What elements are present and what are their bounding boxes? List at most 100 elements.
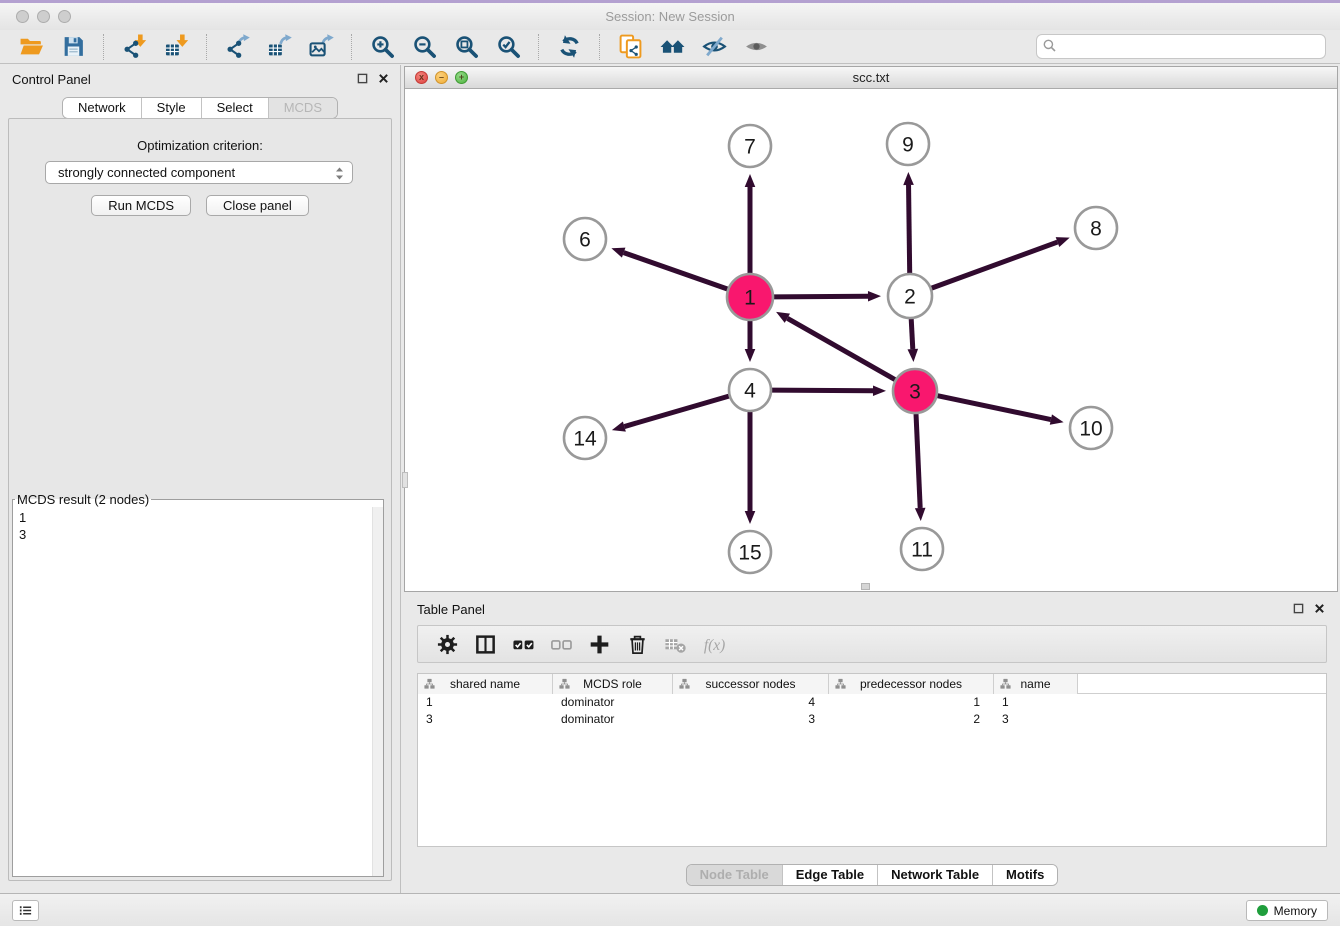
float-table-panel-icon[interactable] xyxy=(1292,602,1305,615)
export-table-icon[interactable] xyxy=(265,33,293,61)
table-row[interactable]: 1dominator411 xyxy=(418,694,1326,711)
graph-edge-arrow-4-3 xyxy=(873,385,886,396)
network-canvas[interactable]: 7 9 6 8 1 2 4 3 14 10 15 11 xyxy=(405,89,1337,591)
table-cell[interactable]: 3 xyxy=(994,711,1078,728)
zoom-fit-icon[interactable] xyxy=(452,33,480,61)
tab-network-table[interactable]: Network Table xyxy=(877,865,992,885)
graph-edge-1-2[interactable] xyxy=(774,296,868,297)
import-network-icon[interactable] xyxy=(120,33,148,61)
tab-select[interactable]: Select xyxy=(201,98,268,118)
table-cell[interactable]: 3 xyxy=(673,711,829,728)
column-header-MCDS-role[interactable]: MCDS role xyxy=(553,674,673,694)
deselect-all-icon[interactable] xyxy=(548,631,574,657)
graph-node-9[interactable]: 9 xyxy=(887,123,929,165)
close-panel-icon[interactable] xyxy=(377,72,390,85)
table-cell[interactable]: dominator xyxy=(553,694,673,711)
graph-node-11[interactable]: 11 xyxy=(901,528,943,570)
svg-text:6: 6 xyxy=(579,228,591,251)
search-box xyxy=(1036,34,1326,59)
graph-edge-3-10[interactable] xyxy=(938,396,1051,420)
table-cell[interactable]: 1 xyxy=(418,694,553,711)
table-row[interactable]: 3dominator323 xyxy=(418,711,1326,728)
table-cell[interactable]: dominator xyxy=(553,711,673,728)
graph-edge-1-6[interactable] xyxy=(624,253,728,289)
home-icon[interactable] xyxy=(658,33,686,61)
graph-edge-arrow-3-10 xyxy=(1050,414,1064,424)
zoom-in-icon[interactable] xyxy=(368,33,396,61)
table-cell[interactable]: 2 xyxy=(829,711,994,728)
show-panel-button[interactable] xyxy=(12,900,39,921)
table-cell[interactable]: 4 xyxy=(673,694,829,711)
graph-edge-4-14[interactable] xyxy=(624,396,729,426)
mcds-result-list[interactable]: 13 xyxy=(13,507,383,545)
search-input[interactable] xyxy=(1036,34,1326,59)
column-header-predecessor-nodes[interactable]: predecessor nodes xyxy=(829,674,994,694)
toolbar-separator xyxy=(206,34,207,60)
close-panel-button[interactable]: Close panel xyxy=(206,195,309,216)
canvas-scroll-thumb[interactable] xyxy=(861,583,870,590)
node-table: shared nameMCDS rolesuccessor nodes prede… xyxy=(417,673,1327,847)
clone-network-icon[interactable] xyxy=(616,33,644,61)
control-panel-title: Control Panel xyxy=(12,72,91,87)
export-network-icon[interactable] xyxy=(223,33,251,61)
graph-node-3[interactable]: 3 xyxy=(893,369,937,413)
save-icon[interactable] xyxy=(59,33,87,61)
tab-motifs[interactable]: Motifs xyxy=(992,865,1057,885)
memory-button[interactable]: Memory xyxy=(1246,900,1328,921)
graph-node-6[interactable]: 6 xyxy=(564,218,606,260)
run-mcds-button[interactable]: Run MCDS xyxy=(91,195,191,216)
select-stepper-icon xyxy=(334,166,345,184)
tab-node-table[interactable]: Node Table xyxy=(687,865,782,885)
table-cell[interactable]: 1 xyxy=(994,694,1078,711)
optimization-criterion-select[interactable]: strongly connected component xyxy=(45,161,353,184)
gear-icon[interactable] xyxy=(434,631,460,657)
graph-edge-3-1[interactable] xyxy=(787,318,895,379)
column-header-name[interactable]: name xyxy=(994,674,1078,694)
delete-column-icon[interactable] xyxy=(624,631,650,657)
graph-edge-3-11[interactable] xyxy=(916,414,920,508)
tab-network[interactable]: Network xyxy=(63,98,141,118)
svg-text:14: 14 xyxy=(573,427,597,450)
tab-mcds[interactable]: MCDS xyxy=(268,98,337,118)
open-folder-icon[interactable] xyxy=(17,33,45,61)
graph-node-4[interactable]: 4 xyxy=(729,369,771,411)
table-cell[interactable]: 3 xyxy=(418,711,553,728)
svg-text:10: 10 xyxy=(1079,417,1102,440)
export-image-icon[interactable] xyxy=(307,33,335,61)
graph-edge-2-8[interactable] xyxy=(932,242,1058,288)
column-layout-icon[interactable] xyxy=(472,631,498,657)
mcds-panel: Optimization criterion: strongly connect… xyxy=(8,118,392,881)
column-header-shared-name[interactable]: shared name xyxy=(418,674,553,694)
svg-text:9: 9 xyxy=(902,133,914,156)
refresh-icon[interactable] xyxy=(555,33,583,61)
graph-node-2[interactable]: 2 xyxy=(888,274,932,318)
table-panel: Table Panel f(x) shared nameMCDS rolesuc… xyxy=(404,595,1340,893)
close-table-panel-icon[interactable] xyxy=(1313,602,1326,615)
graph-node-14[interactable]: 14 xyxy=(564,417,606,459)
hide-style-icon[interactable] xyxy=(700,33,728,61)
tab-style[interactable]: Style xyxy=(141,98,201,118)
graph-edge-2-9[interactable] xyxy=(909,185,910,273)
zoom-out-icon[interactable] xyxy=(410,33,438,61)
table-header-row: shared nameMCDS rolesuccessor nodes prede… xyxy=(418,674,1326,694)
add-column-icon[interactable] xyxy=(586,631,612,657)
column-header-successor-nodes[interactable]: successor nodes xyxy=(673,674,829,694)
network-window-titlebar[interactable]: x – + scc.txt xyxy=(405,67,1337,89)
panel-splitter-handle[interactable] xyxy=(402,472,408,488)
graph-edge-2-3[interactable] xyxy=(911,319,913,349)
zoom-selected-icon[interactable] xyxy=(494,33,522,61)
graph-node-10[interactable]: 10 xyxy=(1070,407,1112,449)
table-cell[interactable]: 1 xyxy=(829,694,994,711)
import-table-icon[interactable] xyxy=(162,33,190,61)
result-scrollbar[interactable] xyxy=(372,507,383,876)
tab-edge-table[interactable]: Edge Table xyxy=(782,865,877,885)
column-header-label: predecessor nodes xyxy=(860,677,962,691)
graph-node-15[interactable]: 15 xyxy=(729,531,771,573)
float-panel-icon[interactable] xyxy=(356,72,369,85)
graph-node-8[interactable]: 8 xyxy=(1075,207,1117,249)
graph-node-1[interactable]: 1 xyxy=(727,274,773,320)
control-panel-tabs: NetworkStyleSelectMCDS xyxy=(62,97,338,119)
graph-edge-4-3[interactable] xyxy=(772,390,873,391)
select-all-icon[interactable] xyxy=(510,631,536,657)
graph-node-7[interactable]: 7 xyxy=(729,125,771,167)
